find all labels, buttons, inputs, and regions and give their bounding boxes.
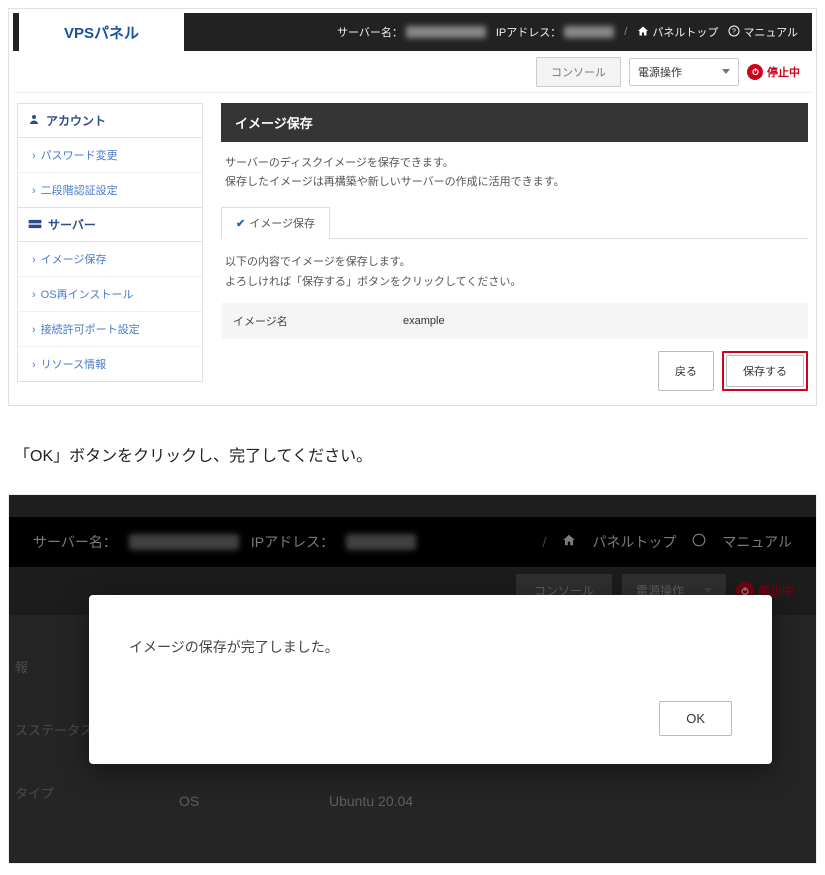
subheader: コンソール 電源操作 停止中 xyxy=(13,51,812,93)
tab-row: ✔ イメージ保存 xyxy=(221,207,808,239)
manual-link[interactable]: ? マニュアル xyxy=(728,24,798,40)
shot2-panel-top-link[interactable]: パネルトップ xyxy=(592,532,676,552)
shot2-os-label: OS xyxy=(179,793,329,809)
sidebar-item-port[interactable]: 接続許可ポート設定 xyxy=(18,312,202,347)
image-name-row: イメージ名 example xyxy=(221,303,808,339)
sidebar-heading-account: アカウント xyxy=(17,103,203,137)
shot2-server-name-label: サーバー名： xyxy=(33,532,117,552)
panel-top-link[interactable]: パネルトップ xyxy=(637,24,718,40)
logo: VPSパネル xyxy=(19,13,184,51)
save-button-highlight: 保存する xyxy=(722,351,808,391)
svg-text:?: ? xyxy=(732,28,736,35)
section-description: サーバーのディスクイメージを保存できます。 保存したイメージは再構築や新しいサー… xyxy=(221,142,808,201)
image-name-label: イメージ名 xyxy=(233,313,403,329)
shot2-ip-blurred xyxy=(346,534,416,550)
person-icon xyxy=(28,113,40,128)
server-icon xyxy=(28,218,42,232)
ok-button[interactable]: OK xyxy=(659,701,732,736)
shot2-ip-label: IPアドレス： xyxy=(251,532,334,552)
server-name-value-blurred xyxy=(406,26,486,38)
vps-panel-screenshot-2: サーバー名： IPアドレス： / パネルトップ マニュアル コンソール 電源操作… xyxy=(8,494,817,864)
console-button[interactable]: コンソール xyxy=(536,57,621,87)
shot2-side-fragments: 報 スステータス タイプ xyxy=(9,635,99,824)
modal-message: イメージの保存が完了しました。 xyxy=(129,637,732,657)
sidebar-heading-server: サーバー xyxy=(17,208,203,241)
shot2-header: サーバー名： IPアドレス： / パネルトップ マニュアル xyxy=(9,517,816,567)
home-icon xyxy=(637,25,649,40)
sidebar-item-password[interactable]: パスワード変更 xyxy=(18,138,202,173)
back-button[interactable]: 戻る xyxy=(658,351,714,391)
sidebar-account-list: パスワード変更 二段階認証設定 xyxy=(17,137,203,208)
sidebar: アカウント パスワード変更 二段階認証設定 サーバー イメージ保存 OS再インス… xyxy=(17,103,203,382)
completion-modal: イメージの保存が完了しました。 OK xyxy=(89,595,772,764)
separator: / xyxy=(624,26,627,38)
shot2-server-name-blurred xyxy=(129,534,239,550)
instruction-text: 「OK」ボタンをクリックし、完了してください。 xyxy=(8,406,817,494)
sidebar-item-2fa[interactable]: 二段階認証設定 xyxy=(18,173,202,207)
power-select[interactable]: 電源操作 xyxy=(629,58,739,86)
action-row: 戻る 保存する xyxy=(221,339,808,391)
image-name-value: example xyxy=(403,315,445,327)
shot2-manual-link[interactable]: マニュアル xyxy=(722,532,792,552)
sidebar-item-image-save[interactable]: イメージ保存 xyxy=(18,242,202,277)
check-icon: ✔ xyxy=(236,217,245,230)
sidebar-server-list: イメージ保存 OS再インストール 接続許可ポート設定 リソース情報 xyxy=(17,241,203,382)
home-icon xyxy=(562,533,576,550)
server-name-label: サーバー名： xyxy=(337,24,486,40)
main-content: イメージ保存 サーバーのディスクイメージを保存できます。 保存したイメージは再構… xyxy=(221,103,808,391)
header-bar: VPSパネル サーバー名： IPアドレス： / パネルトップ ? マニュアル xyxy=(13,13,812,51)
chevron-down-icon xyxy=(722,69,730,74)
section-title: イメージ保存 xyxy=(221,103,808,142)
tab-image-save[interactable]: ✔ イメージ保存 xyxy=(221,207,330,239)
confirm-text: 以下の内容でイメージを保存します。 よろしければ「保存する」ボタンをクリックして… xyxy=(221,249,808,303)
ip-value-blurred xyxy=(564,26,614,38)
shot2-os-value: Ubuntu 20.04 xyxy=(329,793,413,809)
chevron-down-icon xyxy=(704,588,712,593)
save-button[interactable]: 保存する xyxy=(726,355,804,387)
sidebar-item-resource[interactable]: リソース情報 xyxy=(18,347,202,381)
help-icon: ? xyxy=(728,25,740,40)
vps-panel-screenshot-1: VPSパネル サーバー名： IPアドレス： / パネルトップ ? マニュアル xyxy=(8,8,817,406)
status-stopped: 停止中 xyxy=(747,64,800,80)
ip-label: IPアドレス： xyxy=(496,24,614,40)
sidebar-item-os-reinstall[interactable]: OS再インストール xyxy=(18,277,202,312)
power-icon xyxy=(747,64,763,80)
help-icon xyxy=(692,533,706,550)
